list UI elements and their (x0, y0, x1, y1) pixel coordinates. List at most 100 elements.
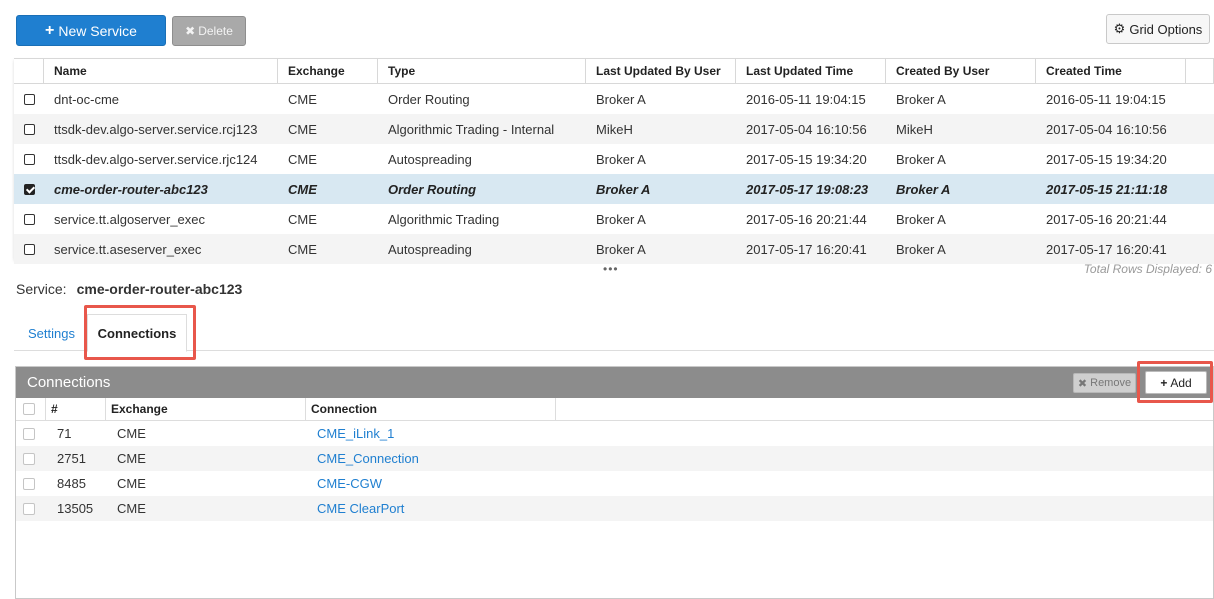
cell-type: Algorithmic Trading (388, 211, 500, 227)
column-header-last-updated-time[interactable]: Last Updated Time (736, 59, 886, 83)
cell-created-by: Broker A (896, 211, 946, 227)
total-rows-label: Total Rows Displayed: 6 (1083, 262, 1212, 276)
cell-type: Autospreading (388, 151, 472, 167)
remove-label: Remove (1090, 377, 1132, 389)
column-header-exchange[interactable]: Exchange (278, 59, 378, 83)
list-item[interactable]: 8485 CME CME-CGW (16, 471, 1213, 496)
cell-last-updated-time: 2017-05-17 19:08:23 (746, 181, 869, 197)
checkbox-icon[interactable] (23, 502, 35, 515)
row-checkbox[interactable] (14, 84, 44, 114)
table-row[interactable]: dnt-oc-cme CME Order Routing Broker A 20… (14, 84, 1214, 114)
connection-link[interactable]: CME-CGW (306, 471, 556, 496)
column-header-type[interactable]: Type (378, 59, 586, 83)
table-row-selected[interactable]: cme-order-router-abc123 CME Order Routin… (14, 174, 1214, 204)
row-checkbox[interactable] (16, 421, 46, 446)
cell-created-time: 2016-05-11 19:04:15 (1046, 91, 1166, 107)
checkbox-icon[interactable] (23, 452, 35, 465)
cell-last-updated-time: 2017-05-16 20:21:44 (746, 211, 867, 227)
connections-panel-title: Connections (27, 374, 111, 391)
cell-exchange: CME (288, 121, 317, 137)
cell-created-by: Broker A (896, 151, 946, 167)
checkbox-icon[interactable] (24, 213, 35, 225)
remove-button[interactable]: ✖ Remove (1073, 373, 1136, 393)
column-header-created-by[interactable]: Created By User (886, 59, 1036, 83)
column-header-name[interactable]: Name (44, 59, 278, 83)
cell-created-by: Broker A (896, 181, 951, 197)
row-checkbox[interactable] (14, 144, 44, 174)
list-item[interactable]: 13505 CME CME ClearPort (16, 496, 1213, 521)
cell-last-updated-time: 2016-05-11 19:04:15 (746, 91, 866, 107)
checkbox-checked-icon[interactable] (24, 183, 35, 195)
select-all-checkbox[interactable] (16, 398, 46, 420)
connection-link[interactable]: CME ClearPort (306, 496, 556, 521)
cell-exchange: CME (117, 426, 146, 441)
row-checkbox[interactable] (14, 204, 44, 234)
delete-button[interactable]: ✖ Delete (172, 16, 246, 46)
cell-type: Algorithmic Trading - Internal (388, 121, 555, 137)
services-grid: Name Exchange Type Last Updated By User … (14, 58, 1214, 264)
cell-created-by: Broker A (896, 91, 946, 107)
cell-created-time: 2017-05-15 19:34:20 (1046, 151, 1167, 167)
table-row[interactable]: service.tt.algoserver_exec CME Algorithm… (14, 204, 1214, 234)
cell-last-updated-by: Broker A (596, 91, 646, 107)
checkbox-icon[interactable] (23, 477, 35, 490)
column-header-last-updated-by[interactable]: Last Updated By User (586, 59, 736, 83)
column-header-number[interactable]: # (46, 398, 106, 420)
cell-name: service.tt.aseserver_exec (54, 241, 202, 257)
row-checkbox[interactable] (16, 496, 46, 521)
cell-exchange: CME (117, 451, 146, 466)
cell-type: Order Routing (388, 91, 470, 107)
cell-created-time: 2017-05-17 16:20:41 (1046, 241, 1167, 257)
cell-name: dnt-oc-cme (54, 91, 120, 107)
checkbox-icon[interactable] (24, 93, 35, 105)
service-label: Service: (16, 281, 67, 297)
column-header-created-time[interactable]: Created Time (1036, 59, 1186, 83)
list-item[interactable]: 2751 CME CME_Connection (16, 446, 1213, 471)
table-row[interactable]: ttsdk-dev.algo-server.service.rcj123 CME… (14, 114, 1214, 144)
checkbox-icon[interactable] (24, 243, 35, 255)
cell-exchange: CME (288, 91, 317, 107)
connection-link[interactable]: CME_Connection (306, 446, 556, 471)
list-item[interactable]: 71 CME CME_iLink_1 (16, 421, 1213, 446)
table-row[interactable]: ttsdk-dev.algo-server.service.rjc124 CME… (14, 144, 1214, 174)
cell-name: ttsdk-dev.algo-server.service.rcj123 (54, 121, 258, 137)
header-checkbox-column (14, 59, 44, 83)
cell-exchange: CME (288, 241, 317, 257)
row-checkbox[interactable] (16, 446, 46, 471)
cell-number: 13505 (57, 501, 94, 516)
service-name: cme-order-router-abc123 (76, 281, 243, 297)
checkbox-icon[interactable] (23, 403, 35, 415)
column-header-filler (1186, 59, 1214, 83)
row-checkbox[interactable] (14, 174, 44, 204)
column-header-connection[interactable]: Connection (306, 398, 556, 420)
cell-created-time: 2017-05-04 16:10:56 (1046, 121, 1167, 137)
plus-icon: + (45, 21, 55, 39)
cell-created-time: 2017-05-16 20:21:44 (1046, 211, 1167, 227)
connections-panel: Connections ✖ Remove + Add # Exchange Co… (15, 366, 1214, 599)
connection-link[interactable]: CME_iLink_1 (306, 421, 556, 446)
close-icon: ✖ (185, 24, 196, 38)
resize-handle-icon[interactable]: ••• (603, 262, 619, 276)
grid-options-button[interactable]: ⚙ Grid Options (1106, 14, 1210, 44)
tab-settings[interactable]: Settings (28, 326, 75, 341)
checkbox-icon[interactable] (24, 123, 35, 135)
grid-options-label: Grid Options (1129, 21, 1203, 37)
cell-number: 2751 (57, 451, 86, 466)
cell-number: 71 (57, 426, 72, 441)
cell-last-updated-by: Broker A (596, 211, 646, 227)
delete-label: Delete (198, 24, 233, 38)
table-row[interactable]: service.tt.aseserver_exec CME Autospread… (14, 234, 1214, 264)
cell-name: service.tt.algoserver_exec (54, 211, 206, 227)
cell-last-updated-time: 2017-05-04 16:10:56 (746, 121, 867, 137)
cell-last-updated-by: Broker A (596, 241, 646, 257)
row-checkbox[interactable] (14, 234, 44, 264)
connections-panel-header: Connections ✖ Remove + Add (16, 367, 1213, 398)
column-header-exchange[interactable]: Exchange (106, 398, 306, 420)
cell-last-updated-time: 2017-05-15 19:34:20 (746, 151, 867, 167)
row-checkbox[interactable] (16, 471, 46, 496)
close-icon: ✖ (1077, 377, 1088, 390)
checkbox-icon[interactable] (24, 153, 35, 165)
new-service-button[interactable]: + New Service (16, 15, 166, 46)
row-checkbox[interactable] (14, 114, 44, 144)
checkbox-icon[interactable] (23, 427, 35, 440)
